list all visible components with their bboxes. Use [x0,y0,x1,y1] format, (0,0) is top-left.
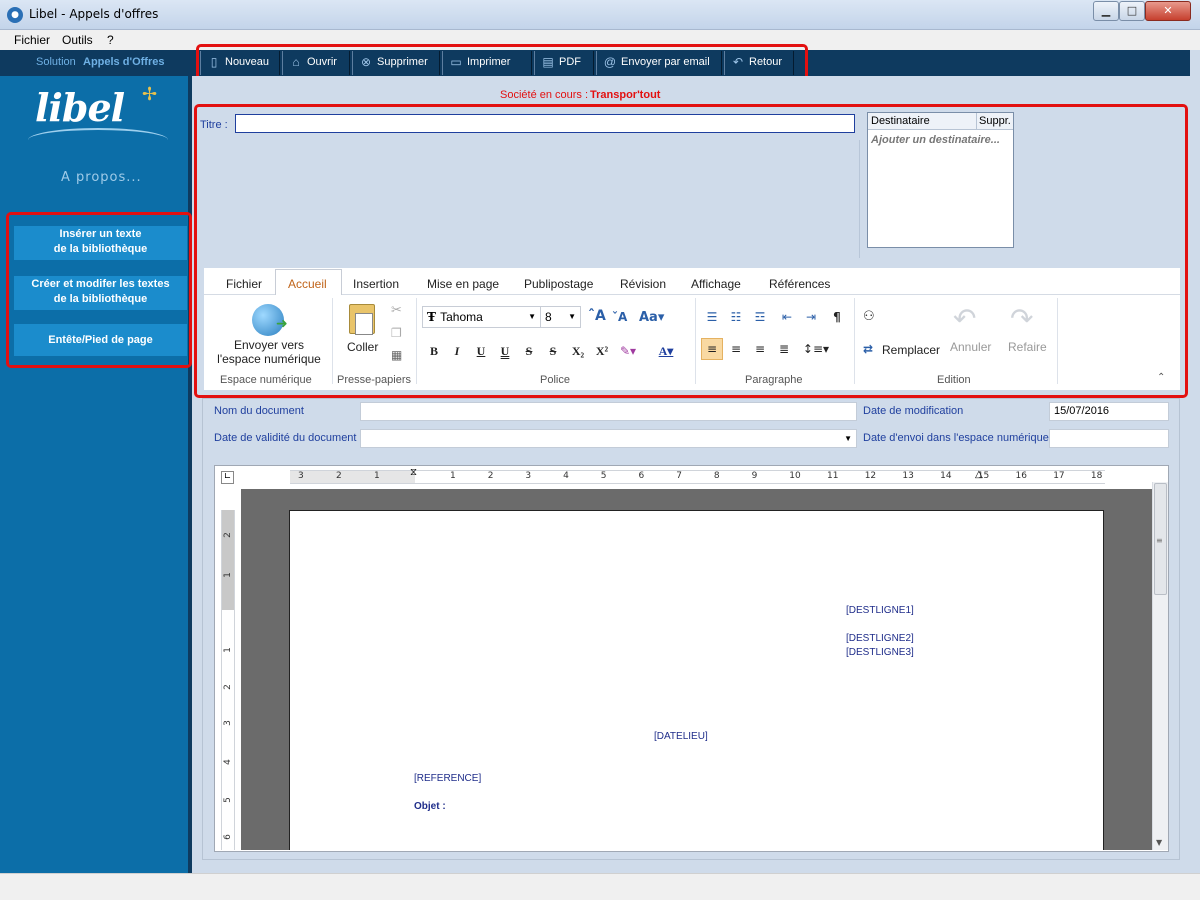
ruler-mark: 13 [902,471,914,481]
ruler-mark: 1 [450,471,456,481]
scroll-down-icon[interactable]: ▼ [1156,838,1162,847]
menu-outils[interactable]: Outils [62,33,93,47]
placeholder-destligne2[interactable]: [DESTLIGNE2] [846,633,914,644]
ruler-mark: 18 [1090,471,1103,481]
ruler-mark: 1 [374,471,380,481]
ruler-mark: 3 [222,720,233,726]
placeholder-reference[interactable]: [REFERENCE] [414,773,481,784]
close-button[interactable]: ✕ [1145,1,1191,21]
ruler-mark: 11 [827,471,839,481]
editor-highlight [194,104,1188,398]
dragonfly-icon: ✢ [142,84,158,105]
modified-date-field: 15/07/2016 [1049,402,1169,421]
menu-fichier[interactable]: Fichier [14,33,50,47]
maximize-button[interactable]: □ [1119,1,1145,21]
objet-label[interactable]: Objet : [414,801,446,812]
ruler-mark: 2 [487,471,494,481]
status-bar [0,873,1200,900]
solution-name: Appels d'Offres [83,56,165,68]
window-right-border [1190,50,1200,873]
sidebar-highlight [6,212,192,368]
indent-marker-icon[interactable]: ⧖ [410,467,417,478]
societe-value: Transpor'tout [590,89,661,101]
sidebar [0,76,188,873]
document-page[interactable] [289,510,1104,850]
ruler-mark: 9 [751,471,758,481]
placeholder-datelieu[interactable]: [DATELIEU] [654,731,708,742]
app-logo-icon: ● [7,7,23,23]
ruler-mark: 14 [940,471,952,481]
chevron-down-icon: ▼ [844,434,852,443]
logo-swoosh [28,128,168,152]
ruler-mark: 10 [789,471,801,481]
ruler-mark: 4 [563,471,569,481]
validity-date-select[interactable]: ▼ [360,429,857,448]
modified-date-label: Date de modification [863,405,964,417]
solution-label: Solution [36,56,76,68]
ruler-mark: 1 [222,572,233,578]
ruler-mark: 6 [638,471,645,481]
tab-stop-selector[interactable]: ∟ [221,471,234,484]
title-bar [0,0,1200,30]
scroll-grip-icon: ≡ [1156,536,1163,545]
ruler-mark: 5 [222,797,233,803]
ruler-mark: 5 [600,471,607,481]
send-date-label: Date d'envoi dans l'espace numérique [863,432,1049,444]
ruler-mark: 4 [222,759,233,765]
ruler-mark: 12 [864,471,877,481]
apropos-link[interactable]: A propos... [61,170,142,185]
doc-name-input[interactable] [360,402,857,421]
ruler-mark: 3 [525,471,532,481]
ruler-mark: 1 [222,647,233,653]
right-indent-marker-icon[interactable]: △ [975,469,983,480]
ruler-left-margin [290,471,415,483]
validity-date-label: Date de validité du document [214,432,357,444]
ruler-mark: 6 [222,834,233,840]
window-title: Libel - Appels d'offres [29,7,159,21]
send-date-input[interactable] [1049,429,1169,448]
placeholder-destligne1[interactable]: [DESTLIGNE1] [846,605,914,616]
ruler-mark: 2 [336,471,342,481]
ruler-mark: 8 [713,471,720,481]
minimize-button[interactable]: ▁ [1093,1,1119,21]
ruler-top-margin [222,510,234,610]
societe-label: Société en cours : [500,89,589,101]
ruler-mark: 16 [1015,471,1027,481]
ruler-mark: 17 [1053,471,1065,481]
doc-name-label: Nom du document [214,405,304,417]
ruler-mark: 7 [676,471,682,481]
libel-logo: libel [35,85,125,130]
ruler-mark: 3 [298,471,304,481]
placeholder-destligne3[interactable]: [DESTLIGNE3] [846,647,914,658]
ruler-mark: 2 [222,532,233,538]
menu-help[interactable]: ? [107,33,114,47]
ruler-mark: 2 [222,684,233,690]
